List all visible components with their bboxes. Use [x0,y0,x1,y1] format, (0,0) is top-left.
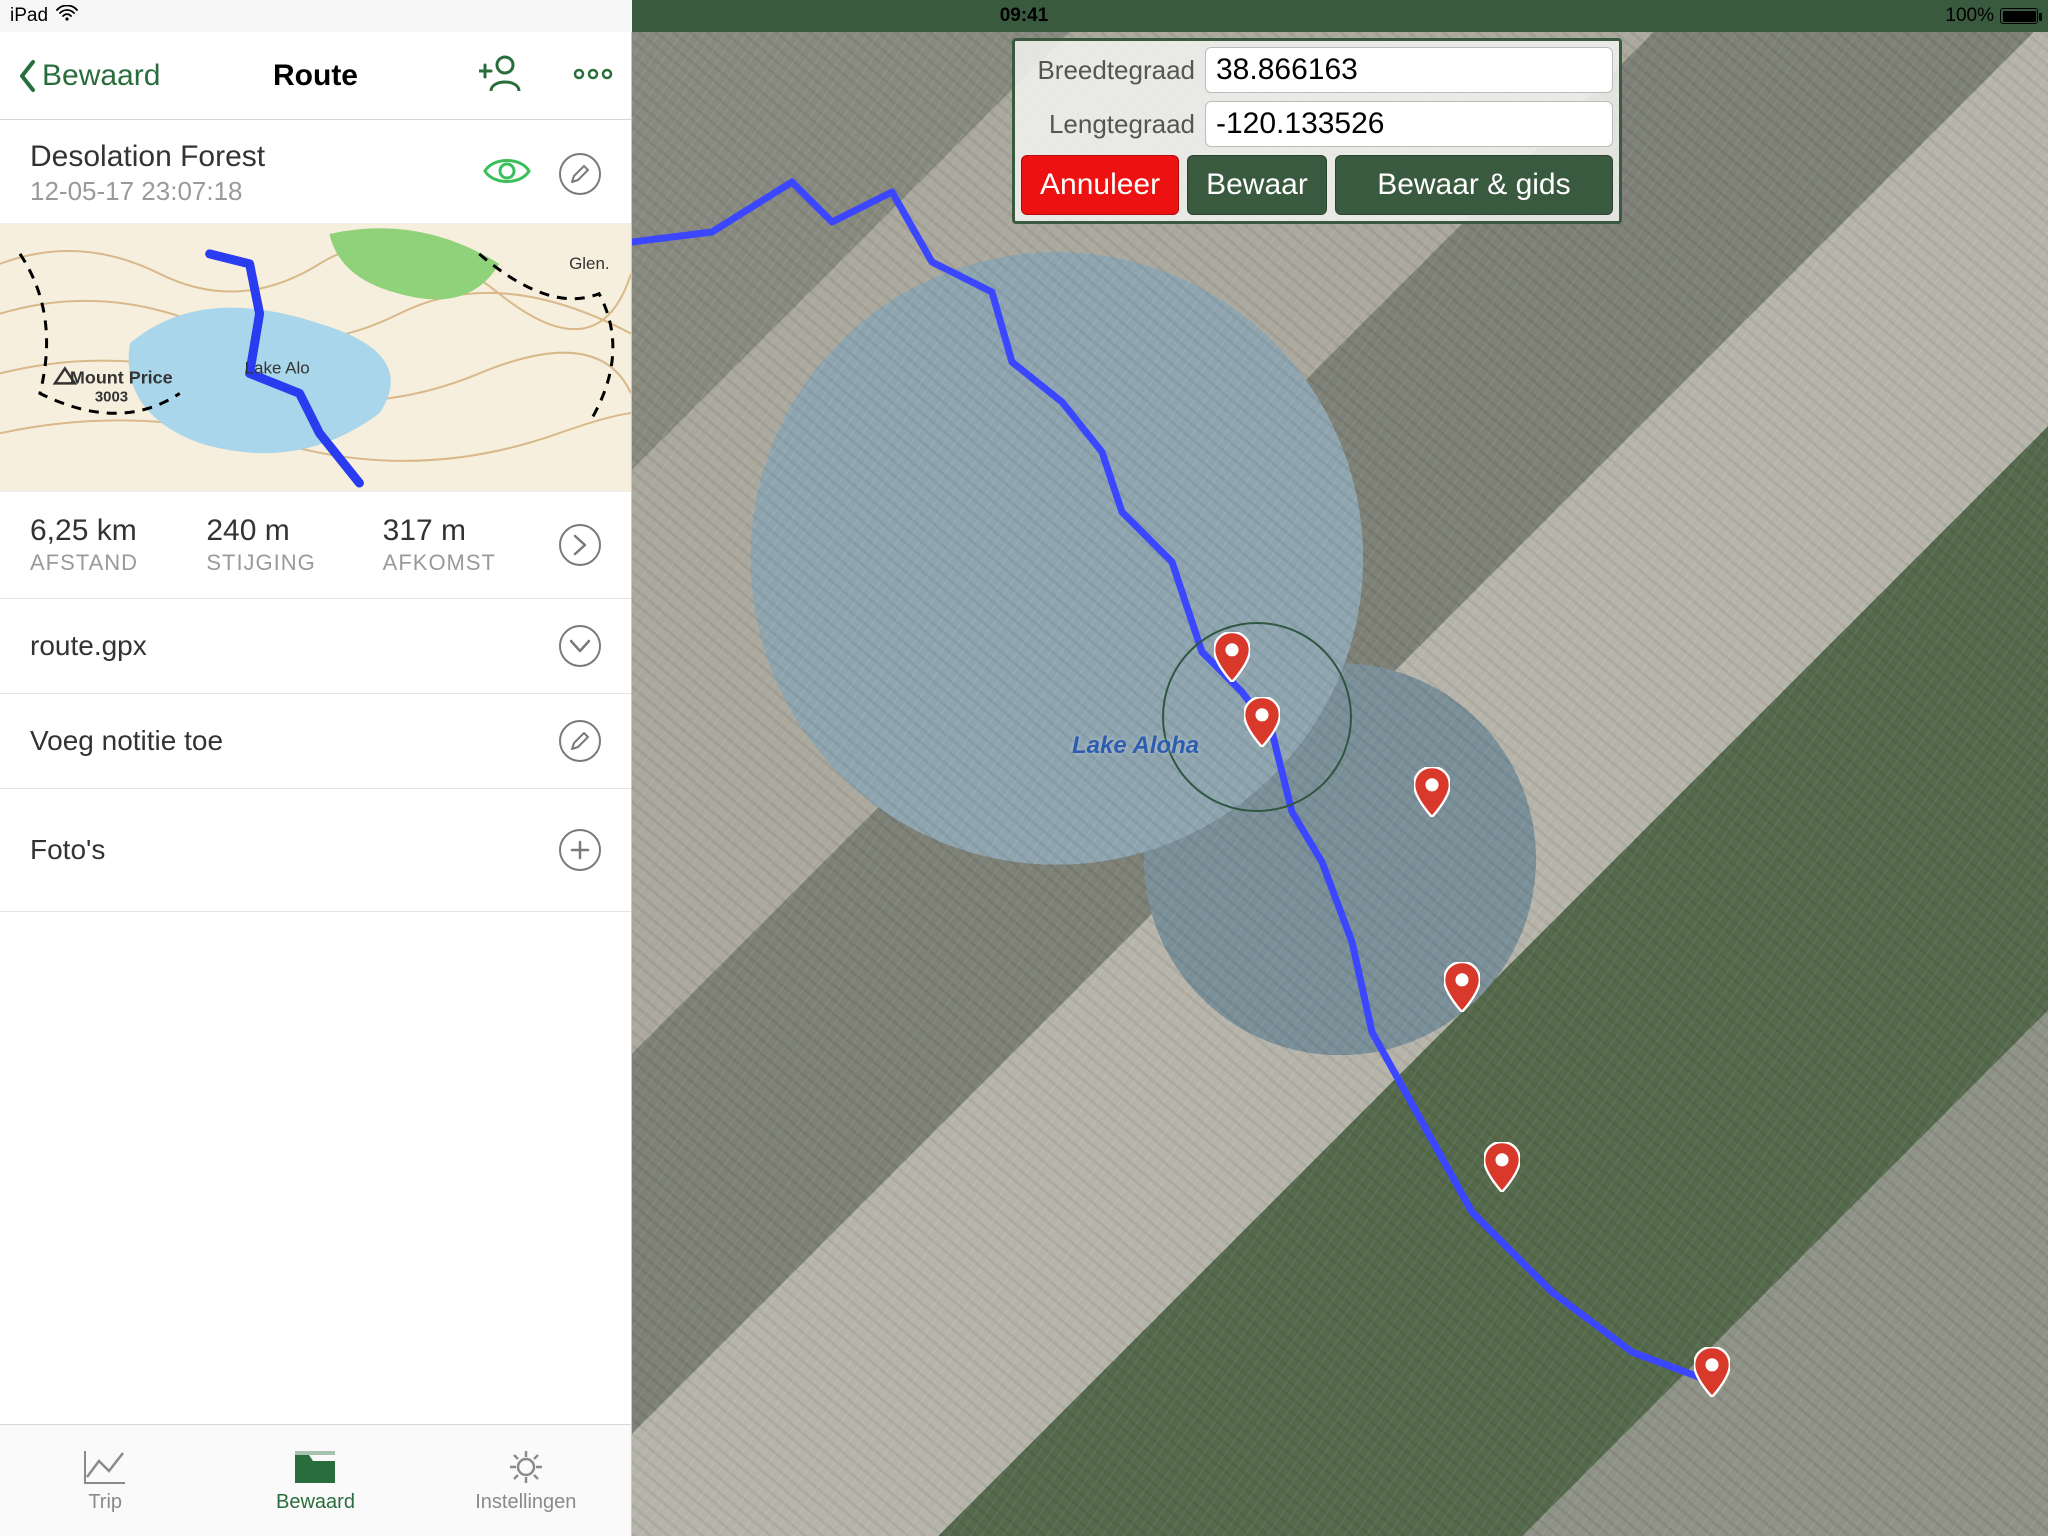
route-stats[interactable]: 6,25 km AFSTAND 240 m STIJGING 317 m AFK… [0,492,631,599]
waypoint-pin[interactable] [1444,962,1480,1017]
wifi-icon [56,5,78,27]
folder-icon [291,1447,339,1487]
cancel-button[interactable]: Annuleer [1021,155,1179,215]
file-row[interactable]: route.gpx [0,599,631,694]
coordinate-panel: Breedtegraad Lengtegraad Annuleer Bewaar… [1012,38,1622,224]
sidebar: Bewaard Route Desolation Forest 12-05-17… [0,32,632,1536]
eye-icon [483,155,531,187]
stat-ascent: 240 m STIJGING [206,514,382,576]
waypoint-pin[interactable] [1214,632,1250,687]
plus-icon [559,829,601,871]
edit-route-button[interactable] [559,153,601,195]
waypoint-pin[interactable] [1484,1142,1520,1197]
add-person-button[interactable] [479,53,523,98]
visibility-toggle[interactable] [483,155,531,192]
longitude-input[interactable] [1205,101,1613,147]
gear-icon [502,1447,550,1487]
route-polyline [632,32,2048,1536]
chevron-right-icon [559,524,601,566]
more-icon [573,68,613,80]
tab-saved[interactable]: Bewaard [210,1425,420,1536]
svg-text:Glen.: Glen. [569,254,610,273]
add-note-row[interactable]: Voeg notitie toe [0,694,631,789]
lake-aloha-label: Lake Aloha [1072,732,1199,760]
svg-text:Mount Price: Mount Price [70,367,173,387]
battery-icon [2000,8,2038,24]
chart-icon [81,1447,129,1487]
photos-label: Foto's [30,834,559,866]
back-button[interactable]: Bewaard [18,59,160,93]
chevron-down-icon [559,625,601,667]
longitude-label: Lengtegraad [1021,109,1195,140]
route-date: 12-05-17 23:07:18 [30,176,483,207]
svg-text:Lake Alo: Lake Alo [245,358,310,377]
pencil-icon [569,163,591,185]
pencil-icon [559,720,601,762]
waypoint-pin[interactable] [1694,1347,1730,1402]
route-header: Desolation Forest 12-05-17 23:07:18 [0,120,631,224]
waypoint-pin[interactable] [1244,697,1280,752]
add-note-label: Voeg notitie toe [30,725,559,757]
tab-trip[interactable]: Trip [0,1425,210,1536]
map-view[interactable]: Lake Aloha Breedtegraad Lengtegraad An [632,32,2048,1536]
clock: 09:41 [0,5,2048,27]
latitude-label: Breedtegraad [1021,55,1195,86]
tab-settings[interactable]: Instellingen [421,1425,631,1536]
chevron-left-icon [18,59,38,93]
waypoint-pin[interactable] [1414,767,1450,822]
photos-row[interactable]: Foto's [0,789,631,912]
route-name: Desolation Forest [30,140,483,174]
device-label: iPad [10,5,48,27]
stat-descent: 317 m AFKOMST [383,514,559,576]
battery-percent: 100% [1945,5,1994,27]
save-button[interactable]: Bewaar [1187,155,1327,215]
tab-bar: Trip Bewaard Instellingen [0,1424,631,1536]
more-button[interactable] [573,67,613,85]
ios-status-bar: iPad 09:41 100% [0,0,2048,32]
nav-bar: Bewaard Route [0,32,631,120]
back-label: Bewaard [42,59,160,93]
svg-text:3003: 3003 [95,388,128,405]
mini-map[interactable]: Mount Price 3003 Lake Alo Glen. [0,224,631,492]
stat-distance: 6,25 km AFSTAND [30,514,206,576]
latitude-input[interactable] [1205,47,1613,93]
add-person-icon [479,53,523,93]
save-guide-button[interactable]: Bewaar & gids [1335,155,1613,215]
file-name: route.gpx [30,630,559,662]
